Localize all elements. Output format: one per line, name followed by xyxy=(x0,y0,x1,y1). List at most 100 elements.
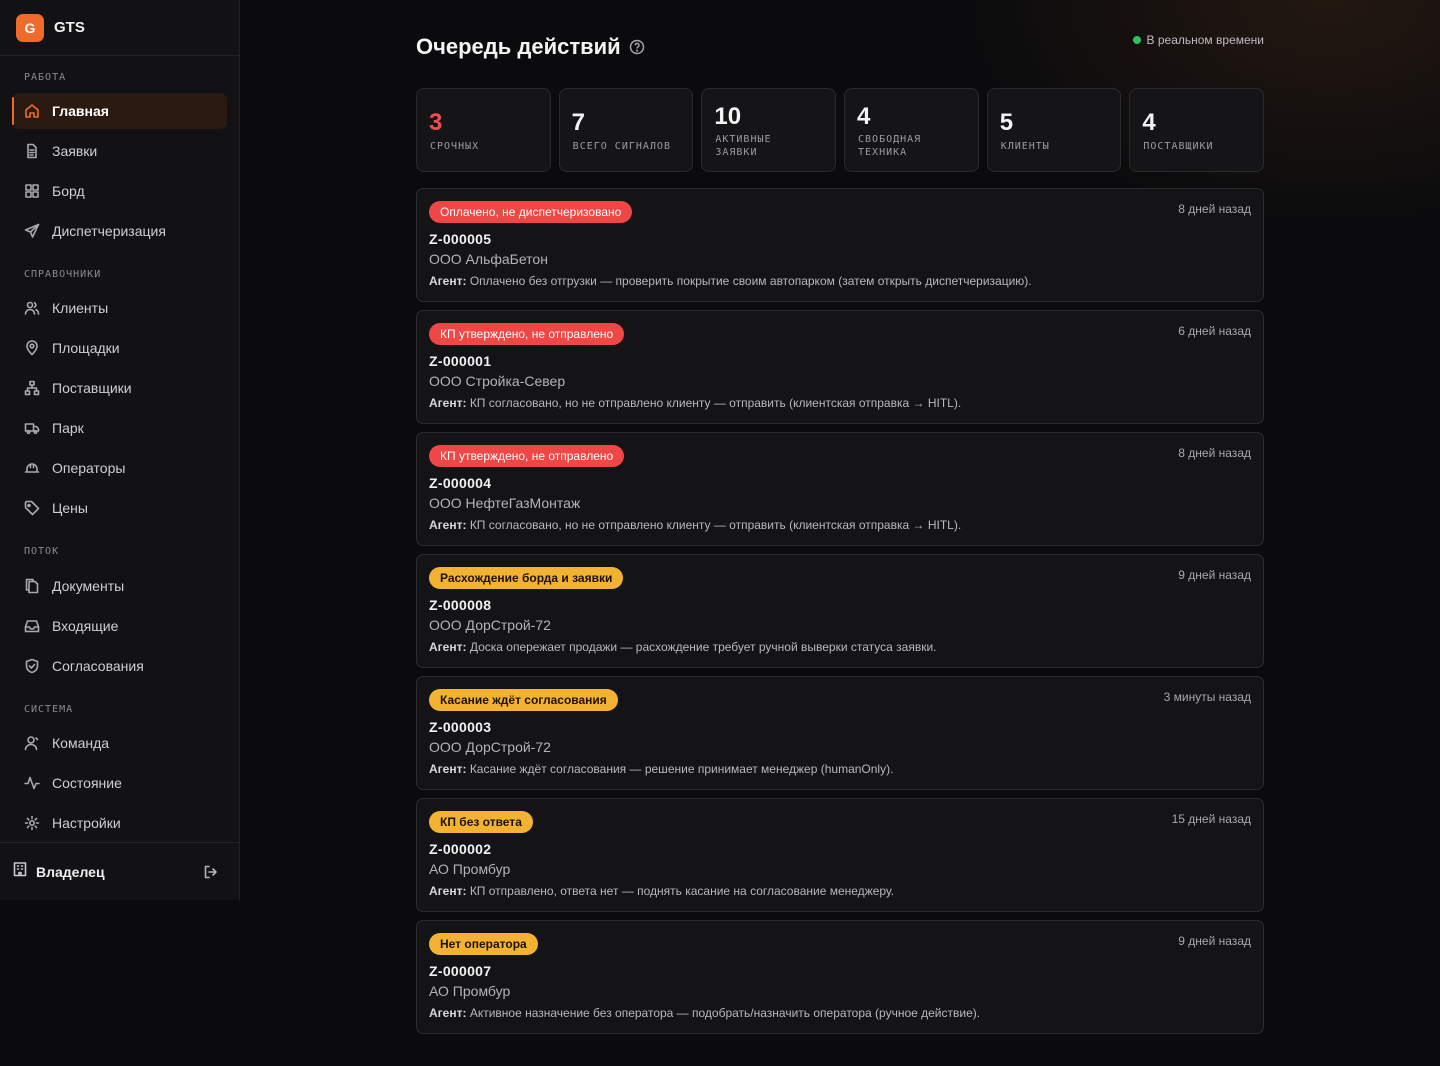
agent-prefix: Агент: xyxy=(429,274,467,288)
truck-icon xyxy=(24,420,40,436)
action-card[interactable]: КП без ответа 15 дней назад Z-000002 АО … xyxy=(416,798,1264,912)
stat-card-suppliers[interactable]: 4 ПОСТАВЩИКИ xyxy=(1129,88,1265,172)
network-icon xyxy=(24,380,40,396)
card-timestamp: 15 дней назад xyxy=(1171,812,1251,826)
request-id[interactable]: Z-000002 xyxy=(429,841,491,857)
status-badge: КП без ответа xyxy=(429,811,533,833)
stat-card-free-equipment[interactable]: 4 СВОБОДНАЯ ТЕХНИКА xyxy=(844,88,979,172)
sidebar-item-label: Парк xyxy=(52,420,84,436)
sidebar: G GTS РАБОТА Главная Заявки Борд Диспетч… xyxy=(0,0,240,900)
brand[interactable]: G GTS xyxy=(0,0,239,56)
stat-value: 4 xyxy=(857,103,871,130)
document-icon xyxy=(24,143,40,159)
action-card[interactable]: Нет оператора 9 дней назад Z-000007 АО П… xyxy=(416,920,1264,1034)
section-title-work: РАБОТА xyxy=(24,72,67,83)
inbox-icon xyxy=(24,618,40,634)
card-timestamp: 8 дней назад xyxy=(1178,202,1251,216)
request-id[interactable]: Z-000007 xyxy=(429,963,491,979)
status-badge: Расхождение борда и заявки xyxy=(429,567,624,589)
sidebar-item-label: Борд xyxy=(52,183,85,199)
stat-label: СРОЧНЫХ xyxy=(430,141,480,152)
request-id[interactable]: Z-000003 xyxy=(429,719,491,735)
agent-text: КП согласовано, но не отправлено клиенту… xyxy=(469,518,962,532)
request-id[interactable]: Z-000008 xyxy=(429,597,491,613)
stat-value: 5 xyxy=(999,109,1014,136)
current-user-name[interactable]: Владелец xyxy=(36,864,105,880)
action-card[interactable]: Оплачено, не диспетчеризовано 8 дней наз… xyxy=(416,188,1264,302)
agent-text: Оплачено без отгрузки — проверить покрыт… xyxy=(469,274,1032,288)
sidebar-item-label: Согласования xyxy=(52,658,144,674)
sidebar-item-sites[interactable]: Площадки xyxy=(12,330,227,366)
client-name: ООО АльфаБетон xyxy=(429,251,548,267)
building-icon xyxy=(12,861,28,882)
sidebar-item-label: Главная xyxy=(52,103,109,119)
action-card[interactable]: КП утверждено, не отправлено 6 дней наза… xyxy=(416,310,1264,424)
stat-label: ПОСТАВЩИКИ xyxy=(1143,141,1214,152)
agent-prefix: Агент: xyxy=(429,762,467,776)
sidebar-item-team[interactable]: Команда xyxy=(12,725,227,761)
client-name: АО Промбур xyxy=(429,983,511,999)
tag-icon xyxy=(24,500,40,516)
sidebar-item-label: Заявки xyxy=(52,143,98,159)
action-card[interactable]: Касание ждёт согласования 3 минуты назад… xyxy=(416,676,1264,790)
section-title-flow: ПОТОК xyxy=(24,546,60,557)
sidebar-item-clients[interactable]: Клиенты xyxy=(12,290,227,326)
stat-card-total-signals[interactable]: 7 ВСЕГО СИГНАЛОВ xyxy=(558,88,694,172)
stat-label: ВСЕГО СИГНАЛОВ xyxy=(572,141,671,152)
agent-note: Агент: Доска опережает продажи — расхожд… xyxy=(429,640,937,654)
card-timestamp: 8 дней назад xyxy=(1178,446,1251,460)
sidebar-item-suppliers[interactable]: Поставщики xyxy=(12,370,227,406)
sidebar-item-label: Поставщики xyxy=(52,380,132,396)
sidebar-item-inbox[interactable]: Входящие xyxy=(12,608,227,644)
request-id[interactable]: Z-000004 xyxy=(429,475,491,491)
sidebar-item-dispatch[interactable]: Диспетчеризация xyxy=(12,213,227,249)
sidebar-item-label: Площадки xyxy=(52,340,120,356)
sidebar-item-documents[interactable]: Документы xyxy=(12,568,227,604)
stat-label: АКТИВНЫЕ ЗАЯВКИ xyxy=(715,134,772,158)
status-badge: КП утверждено, не отправлено xyxy=(429,445,625,467)
page-title-text: Очередь действий xyxy=(416,34,621,59)
agent-prefix: Агент: xyxy=(429,396,467,410)
stat-card-clients[interactable]: 5 КЛИЕНТЫ xyxy=(986,88,1122,172)
agent-text: Касание ждёт согласования — решение прин… xyxy=(469,762,894,776)
sidebar-item-requests[interactable]: Заявки xyxy=(12,133,227,169)
status-badge: Касание ждёт согласования xyxy=(429,689,618,711)
action-card[interactable]: КП утверждено, не отправлено 8 дней наза… xyxy=(416,432,1264,546)
sidebar-item-label: Документы xyxy=(52,578,125,594)
stat-card-urgent[interactable]: 3 СРОЧНЫХ xyxy=(416,88,551,172)
sidebar-item-label: Операторы xyxy=(52,460,126,476)
agent-prefix: Агент: xyxy=(429,518,467,532)
status-badge: КП утверждено, не отправлено xyxy=(429,323,625,345)
stat-card-active-requests[interactable]: 10 АКТИВНЫЕ ЗАЯВКИ xyxy=(701,88,837,172)
sidebar-item-approvals[interactable]: Согласования xyxy=(12,648,227,684)
card-timestamp: 6 дней назад xyxy=(1178,324,1251,338)
sidebar-item-label: Состояние xyxy=(52,775,122,791)
stat-label: КЛИЕНТЫ xyxy=(1000,141,1050,152)
logout-icon[interactable] xyxy=(203,864,219,880)
shield-check-icon xyxy=(24,658,40,674)
request-id[interactable]: Z-000001 xyxy=(429,353,491,369)
users-icon xyxy=(24,300,40,316)
request-id[interactable]: Z-000005 xyxy=(429,231,491,247)
sidebar-item-prices[interactable]: Цены xyxy=(12,490,227,526)
help-icon[interactable] xyxy=(629,39,645,55)
sidebar-item-fleet[interactable]: Парк xyxy=(12,410,227,446)
sidebar-item-board[interactable]: Борд xyxy=(12,173,227,209)
stat-value: 4 xyxy=(1142,109,1156,136)
brand-name: GTS xyxy=(54,19,85,36)
sidebar-item-operators[interactable]: Операторы xyxy=(12,450,227,486)
sidebar-item-home[interactable]: Главная xyxy=(12,93,227,129)
map-pin-icon xyxy=(24,340,40,356)
sidebar-item-status[interactable]: Состояние xyxy=(12,765,227,801)
sidebar-item-settings[interactable]: Настройки xyxy=(12,805,227,841)
client-name: ООО ДорСтрой-72 xyxy=(429,617,551,633)
live-indicator: В реальном времени xyxy=(1132,33,1264,47)
action-card[interactable]: Расхождение борда и заявки 9 дней назад … xyxy=(416,554,1264,668)
agent-text: КП согласовано, но не отправлено клиенту… xyxy=(469,396,962,410)
stat-value: 3 xyxy=(429,109,443,136)
agent-text: Доска опережает продажи — расхождение тр… xyxy=(469,640,937,654)
agent-prefix: Агент: xyxy=(429,884,467,898)
section-title-references: СПРАВОЧНИКИ xyxy=(24,269,102,280)
agent-note: Агент: Оплачено без отгрузки — проверить… xyxy=(429,274,1032,288)
stat-value: 10 xyxy=(714,103,742,130)
